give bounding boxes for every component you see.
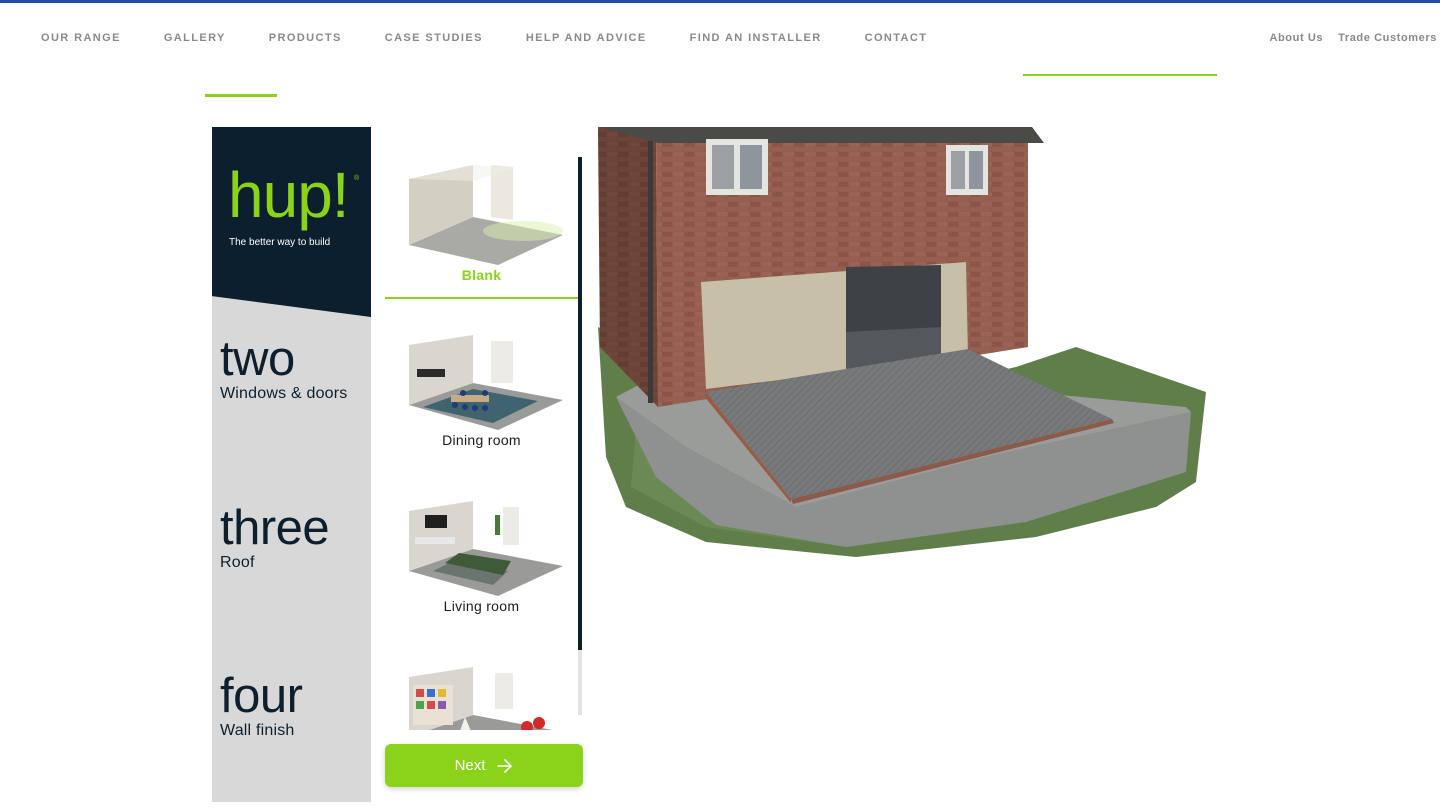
room-option-living-room[interactable]: Living room <box>385 493 578 643</box>
upper-window <box>706 139 768 195</box>
nav-products[interactable]: PRODUCTS <box>269 32 342 44</box>
arrow-right-icon <box>497 758 513 773</box>
logo-registered-mark: ® <box>354 175 360 182</box>
upper-window <box>946 145 988 195</box>
room-option-blank[interactable]: Blank <box>385 157 578 307</box>
step-label: Wall finish <box>220 722 295 739</box>
nav-help-and-advice[interactable]: HELP AND ADVICE <box>526 32 647 44</box>
accent-underline <box>1023 74 1217 76</box>
nav-case-studies[interactable]: CASE STUDIES <box>385 32 483 44</box>
playroom-thumbnail <box>409 667 553 730</box>
next-button[interactable]: Next <box>385 744 583 787</box>
blank-room-thumbnail <box>409 165 563 265</box>
room-option-playroom[interactable] <box>385 659 578 730</box>
nav-our-range[interactable]: OUR RANGE <box>41 32 121 44</box>
step-label: Windows & doors <box>220 385 348 402</box>
room-option-label: Dining room <box>442 432 521 448</box>
step-panel: hup! ® The better way to build two Windo… <box>212 127 371 802</box>
nav-trade-customers[interactable]: Trade Customers <box>1338 32 1437 44</box>
next-button-label: Next <box>454 757 486 774</box>
room-option-dining-room[interactable]: Dining room <box>385 327 578 477</box>
accent-underline <box>205 94 277 97</box>
main-nav: OUR RANGE GALLERY PRODUCTS CASE STUDIES … <box>41 32 970 44</box>
top-accent-line <box>0 0 1440 3</box>
step-two[interactable]: two Windows & doors <box>220 333 348 403</box>
living-room-thumbnail <box>409 501 563 596</box>
step-label: Roof <box>220 554 255 571</box>
step-number: four <box>220 669 303 723</box>
room-list-scrollbar-thumb[interactable] <box>578 157 582 650</box>
step-three[interactable]: three Roof <box>220 501 330 572</box>
extension-3d-preview[interactable] <box>596 127 1216 567</box>
logo[interactable]: hup! ® The better way to build <box>212 127 371 317</box>
nav-gallery[interactable]: GALLERY <box>164 32 226 44</box>
nav-about-us[interactable]: About Us <box>1269 32 1323 44</box>
dining-room-thumbnail <box>409 335 563 430</box>
nav-find-an-installer[interactable]: FIND AN INSTALLER <box>690 32 822 44</box>
logo-tagline: The better way to build <box>229 237 331 248</box>
step-number: three <box>220 501 330 555</box>
room-options-list[interactable]: Blank Dining room Living room <box>385 157 585 730</box>
selected-underline <box>385 297 578 299</box>
secondary-nav: About Us Trade Customers <box>1254 32 1437 44</box>
step-number: two <box>220 332 295 386</box>
room-option-label: Living room <box>443 598 520 614</box>
room-option-label: Blank <box>461 267 502 283</box>
nav-contact[interactable]: CONTACT <box>865 32 928 44</box>
logo-wordmark: hup! <box>228 159 350 231</box>
step-four[interactable]: four Wall finish <box>220 669 303 740</box>
